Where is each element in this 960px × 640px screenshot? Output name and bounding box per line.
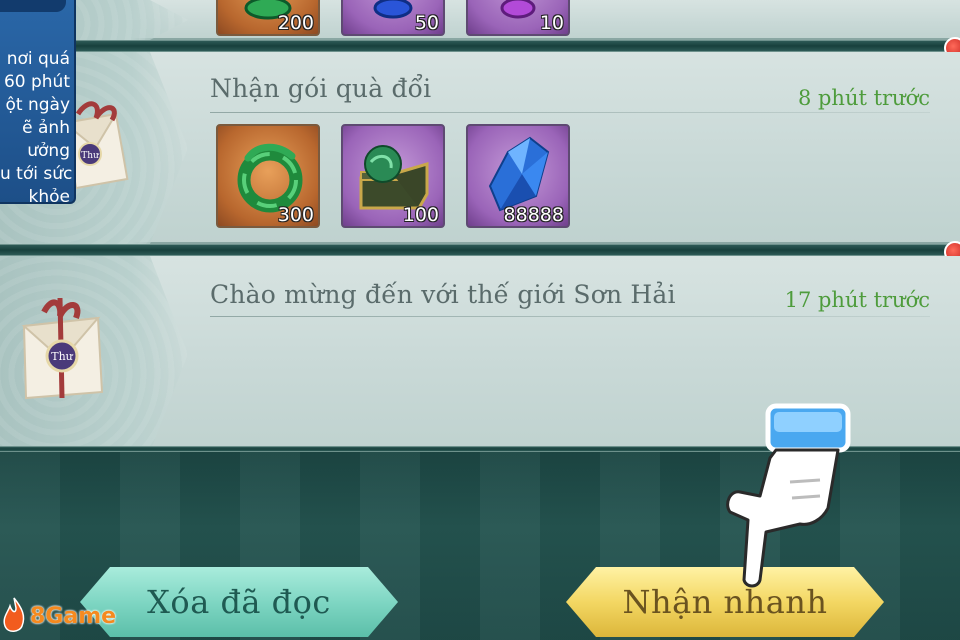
mail-subject: Nhận gói quà đổi	[210, 74, 432, 103]
envelope-label: Thư	[51, 350, 73, 363]
notice-line: ẽ ảnh	[22, 118, 70, 138]
notice-line: ưởng	[27, 141, 70, 161]
envelope-icon: Thư	[21, 297, 104, 400]
item-count: 200	[277, 12, 314, 34]
notice-line: nơi quá	[6, 49, 70, 69]
mail-row-0[interactable]: 200 50 10	[0, 0, 960, 40]
item-slot[interactable]: 200	[216, 0, 320, 36]
delete-read-button[interactable]: Xóa đã đọc	[80, 567, 398, 637]
item-slot[interactable]: 88888	[466, 124, 570, 228]
item-count: 10	[539, 12, 564, 34]
notice-line: u tới sức	[0, 164, 73, 184]
item-slot[interactable]: 300	[216, 124, 320, 228]
item-count: 100	[402, 204, 439, 226]
mail-subject: Chào mừng đến với thế giới Sơn Hải	[210, 280, 676, 309]
notice-top-bar	[0, 0, 66, 12]
subject-underline	[210, 112, 930, 113]
notice-line: ột ngày	[5, 95, 70, 115]
row-divider	[0, 37, 960, 59]
item-count: 50	[414, 12, 439, 34]
item-slot[interactable]: 100	[341, 124, 445, 228]
item-slot[interactable]: 50	[341, 0, 445, 36]
pointing-hand-icon	[726, 403, 851, 588]
flame-logo-icon	[3, 597, 25, 632]
notice-line: khỏe	[28, 187, 70, 207]
health-notice: nơi quá 60 phút ột ngày ẽ ảnh ưởng u tới…	[0, 0, 76, 207]
logo-text: 8Game	[30, 603, 117, 629]
mail-row-1[interactable]: Thư Nhận gói quà đổi 8 phút trước 300 10…	[0, 52, 960, 244]
subject-underline	[210, 316, 930, 317]
mail-screen: 200 50 10 Thư Nhận gói quà đổi 8 phút tr…	[0, 0, 960, 640]
item-slot[interactable]: 10	[466, 0, 570, 36]
envelope-label: Thư	[81, 151, 100, 161]
item-count: 300	[277, 204, 314, 226]
watermark-logo: 8Game	[0, 596, 116, 636]
notice-line: 60 phút	[3, 72, 70, 92]
mail-time: 17 phút trước	[784, 288, 930, 312]
mail-time: 8 phút trước	[797, 86, 930, 110]
row-divider	[0, 241, 960, 263]
item-count: 88888	[503, 204, 564, 226]
